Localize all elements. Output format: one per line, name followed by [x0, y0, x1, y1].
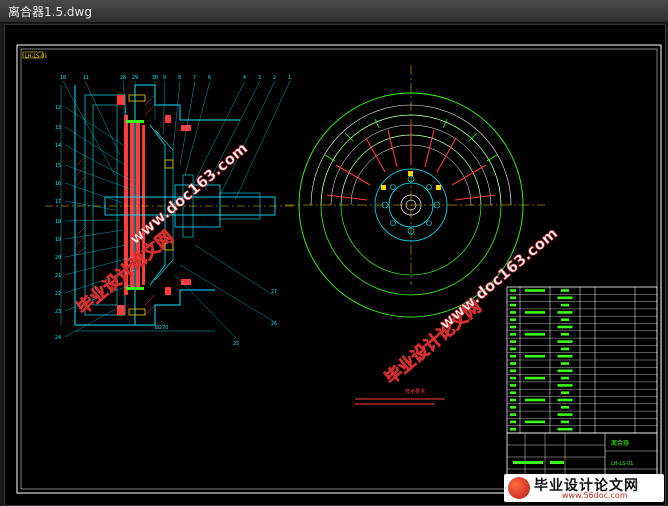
part-number-label: 18 [55, 219, 61, 225]
part-number-label: 12 [55, 105, 61, 111]
part-number-label: 11 [83, 75, 89, 81]
part-number-label: 7 [193, 75, 196, 81]
watermark-4: www.doc163.com [436, 224, 562, 334]
part-number-label: 14 [55, 143, 61, 149]
part-number-label: 24 [55, 335, 61, 341]
footer-brand-url: www.56doc.com [562, 491, 628, 500]
part-number-label: 21 [55, 273, 61, 279]
part-number-label: 22 [55, 291, 61, 297]
cad-viewport[interactable]: LH-LS-01 Ø270 10 11 28 29 30 9 8 7 6 4 3… [4, 24, 666, 506]
part-number-label: 13 [55, 125, 61, 131]
window-title: 离合器1.5.dwg [8, 5, 92, 19]
part-number-label: 17 [55, 199, 61, 205]
part-number-label: 10 [60, 75, 66, 81]
part-number-label: 25 [233, 341, 239, 347]
part-number-label: 19 [55, 237, 61, 243]
footer-brand-badge: 毕业设计论文网 www.56doc.com [504, 474, 664, 502]
corner-tag: LH-LS-01 [25, 54, 47, 60]
part-number-label: 1 [288, 75, 291, 81]
part-number-label: 6 [208, 75, 211, 81]
parts-list-table [506, 286, 658, 434]
window-titlebar: 离合器1.5.dwg [0, 0, 668, 23]
part-number-label: 29 [132, 75, 138, 81]
tech-requirements-title: 技术要求 [405, 388, 425, 395]
title-block-name: 离合器 [611, 439, 629, 447]
part-number-label: 15 [55, 163, 61, 169]
part-number-label: 9 [163, 75, 166, 81]
title-block-drawing-number: LH-LS-01 [611, 461, 633, 467]
part-number-label: 26 [271, 321, 277, 327]
brand-logo-icon [508, 477, 530, 499]
part-number-label: 30 [152, 75, 158, 81]
part-number-label: 20 [55, 255, 61, 261]
svg-text:Ø270: Ø270 [155, 324, 168, 331]
cad-drawing-canvas[interactable]: LH-LS-01 Ø270 10 11 28 29 30 9 8 7 6 4 3… [5, 25, 665, 505]
part-number-label: 2 [273, 75, 276, 81]
part-number-label: 3 [258, 75, 261, 81]
part-number-label: 23 [55, 309, 61, 315]
part-number-label: 16 [55, 181, 61, 187]
watermark-site-url: www.doc163.com [436, 224, 561, 333]
part-number-label: 8 [178, 75, 181, 81]
tech-requirements: 技术要求 [355, 388, 445, 405]
part-number-label: 27 [271, 289, 277, 295]
part-number-label: 28 [120, 75, 126, 81]
part-number-label: 4 [243, 75, 246, 81]
